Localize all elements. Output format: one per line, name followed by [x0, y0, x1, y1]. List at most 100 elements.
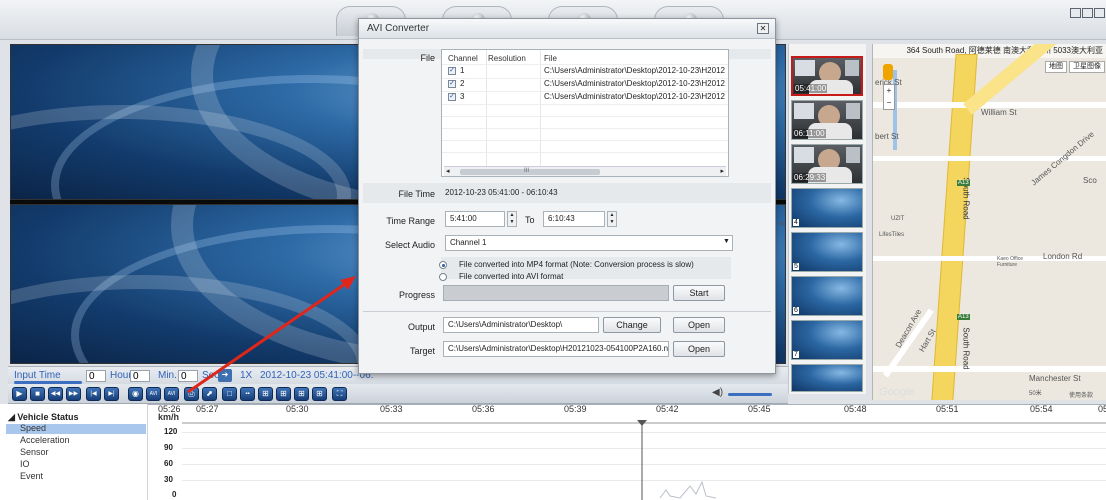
col-header-file: File: [544, 54, 557, 63]
file-path: C:\Users\Administrator\Desktop\2012-10-2…: [544, 66, 725, 75]
poi-label: Kaeo Office Furniture: [997, 256, 1024, 268]
y-tick: 60: [164, 459, 173, 468]
route-badge: A13: [957, 314, 970, 320]
volume-slider[interactable]: [728, 393, 772, 396]
chevron-down-icon[interactable]: ▼: [723, 238, 730, 245]
file-row[interactable]: ✓ 3 C:\Users\Administrator\Desktop\2012-…: [442, 92, 728, 103]
channel-checkbox[interactable]: ✓: [448, 80, 456, 88]
channel-checkbox[interactable]: ✓: [448, 93, 456, 101]
route-badge: A13: [957, 180, 970, 186]
snapshot-button[interactable]: ◉: [128, 387, 143, 401]
file-list[interactable]: Channel Resolution File ✓ 1 C:\Users\Adm…: [441, 49, 729, 177]
select-audio-label: Select Audio: [384, 240, 435, 250]
scroll-left-icon[interactable]: ◂: [446, 167, 450, 175]
playback-controls: ▶ ■ ◀◀ ▶▶ |◀ ▶| ◉ AVI AVI ⎙ ⬈ □ ▪▪ ⊞ ⊞ ⊞…: [8, 384, 788, 404]
annotation-arrow: [187, 276, 356, 394]
previous-button[interactable]: |◀: [86, 387, 101, 401]
status-item-io[interactable]: IO: [20, 459, 30, 469]
thumbnail-time: 06:11:00: [793, 129, 826, 138]
time-from-input[interactable]: 5:41:00: [445, 211, 505, 227]
scroll-thumb[interactable]: [460, 169, 600, 175]
zoom-control[interactable]: + −: [883, 84, 895, 110]
stop-button[interactable]: ■: [30, 387, 45, 401]
time-to-spinner[interactable]: ▲ ▼: [607, 211, 617, 227]
google-logo: Google: [879, 386, 915, 398]
file-row[interactable]: ✓ 1 C:\Users\Administrator\Desktop\2012-…: [442, 66, 728, 77]
street-label: bert St: [875, 132, 899, 141]
satellite-view-button[interactable]: 卫星图像: [1069, 61, 1105, 73]
time-to-input[interactable]: 6:10:43: [543, 211, 605, 227]
open-output-button[interactable]: Open: [673, 317, 725, 333]
hour-label: Hour: [110, 370, 132, 381]
avi-export-button[interactable]: AVI: [146, 387, 161, 401]
time-from-spinner[interactable]: ▲ ▼: [507, 211, 517, 227]
col-header-resolution: Resolution: [488, 54, 526, 63]
file-path: C:\Users\Administrator\Desktop\2012-10-2…: [544, 92, 725, 101]
avi-format-label: File converted into AVI format: [459, 272, 564, 281]
avi-convert-button[interactable]: AVI: [164, 387, 179, 401]
map-panel[interactable]: 364 South Road, 阿德莱德 南澳大利亚州 5033澳大利亚 地图 …: [872, 44, 1106, 400]
channel-number: 1: [460, 66, 465, 75]
close-window-button[interactable]: [1094, 8, 1105, 18]
avi-format-radio[interactable]: [439, 273, 447, 281]
time-tick: 05:27: [196, 404, 219, 414]
vehicle-status-panel: ◢ Vehicle Status Speed Acceleration Sens…: [0, 404, 148, 500]
mp4-format-radio[interactable]: [439, 261, 447, 269]
change-button[interactable]: Change: [603, 317, 661, 333]
file-row[interactable]: ✓ 2 C:\Users\Administrator\Desktop\2012-…: [442, 79, 728, 90]
fast-forward-button[interactable]: ▶▶: [66, 387, 81, 401]
pegman-icon[interactable]: [883, 64, 893, 80]
channel-checkbox[interactable]: ✓: [448, 67, 456, 75]
terms-link[interactable]: 使用条款: [1069, 390, 1093, 399]
hour-input[interactable]: [86, 370, 106, 382]
rewind-button[interactable]: ◀◀: [48, 387, 63, 401]
thumbnail-3[interactable]: 06:29:33: [791, 144, 863, 184]
thumbnail-7[interactable]: 7: [791, 320, 863, 360]
maximize-button[interactable]: [1082, 8, 1093, 18]
map-view-button[interactable]: 地图: [1045, 61, 1067, 73]
thumbnail-2[interactable]: 06:11:00: [791, 100, 863, 140]
close-icon[interactable]: ✕: [757, 23, 769, 34]
thumbnail-1[interactable]: 05:41:00: [791, 56, 863, 96]
channel-number: 2: [460, 79, 465, 88]
output-path[interactable]: C:\Users\Administrator\Desktop\: [443, 317, 599, 333]
y-tick: 90: [164, 443, 173, 452]
divider: [363, 311, 771, 312]
thumbnail-6[interactable]: 6: [791, 276, 863, 316]
target-path[interactable]: C:\Users\Administrator\Desktop\H20121023…: [443, 341, 669, 357]
start-button[interactable]: Start: [673, 285, 725, 301]
time-range-label: Time Range: [386, 216, 435, 226]
time-tick: 05:33: [380, 404, 403, 414]
scroll-right-icon[interactable]: ▸: [720, 167, 724, 175]
next-button[interactable]: ▶|: [104, 387, 119, 401]
thumbnail-4[interactable]: 4: [791, 188, 863, 228]
mp4-format-label: File converted into MP4 format (Note: Co…: [459, 260, 694, 269]
status-item-speed[interactable]: Speed: [20, 423, 46, 433]
status-item-acceleration[interactable]: Acceleration: [20, 435, 70, 445]
progress-bar: [443, 285, 669, 301]
thumbnail-8[interactable]: [791, 364, 863, 392]
vehicle-status-title: Vehicle Status: [17, 412, 79, 422]
scroll-grip-icon: III: [524, 168, 530, 174]
channel-number: 3: [460, 92, 465, 101]
audio-select[interactable]: Channel 1: [445, 235, 733, 251]
speed-unit: km/h: [158, 412, 180, 422]
collapse-arrow-icon[interactable]: «: [779, 218, 785, 229]
dialog-titlebar: AVI Converter ✕: [359, 19, 775, 39]
minimize-button[interactable]: [1070, 8, 1081, 18]
y-tick: 30: [164, 475, 173, 484]
time-tick: 05:48: [844, 404, 867, 414]
time-tick: 05:51: [936, 404, 959, 414]
thumbnail-number: 7: [793, 351, 799, 358]
horizontal-scrollbar[interactable]: ◂ III ▸: [444, 166, 726, 176]
hour-stepper[interactable]: [130, 370, 150, 382]
time-tick: 05:30: [286, 404, 309, 414]
status-item-event[interactable]: Event: [20, 471, 43, 481]
map-scale: 50米: [1029, 391, 1042, 397]
thumbnail-5[interactable]: 5: [791, 232, 863, 272]
play-button[interactable]: ▶: [12, 387, 27, 401]
to-label: To: [525, 215, 535, 225]
open-target-button[interactable]: Open: [673, 341, 725, 357]
file-time-label: File Time: [398, 189, 435, 199]
status-item-sensor[interactable]: Sensor: [20, 447, 49, 457]
